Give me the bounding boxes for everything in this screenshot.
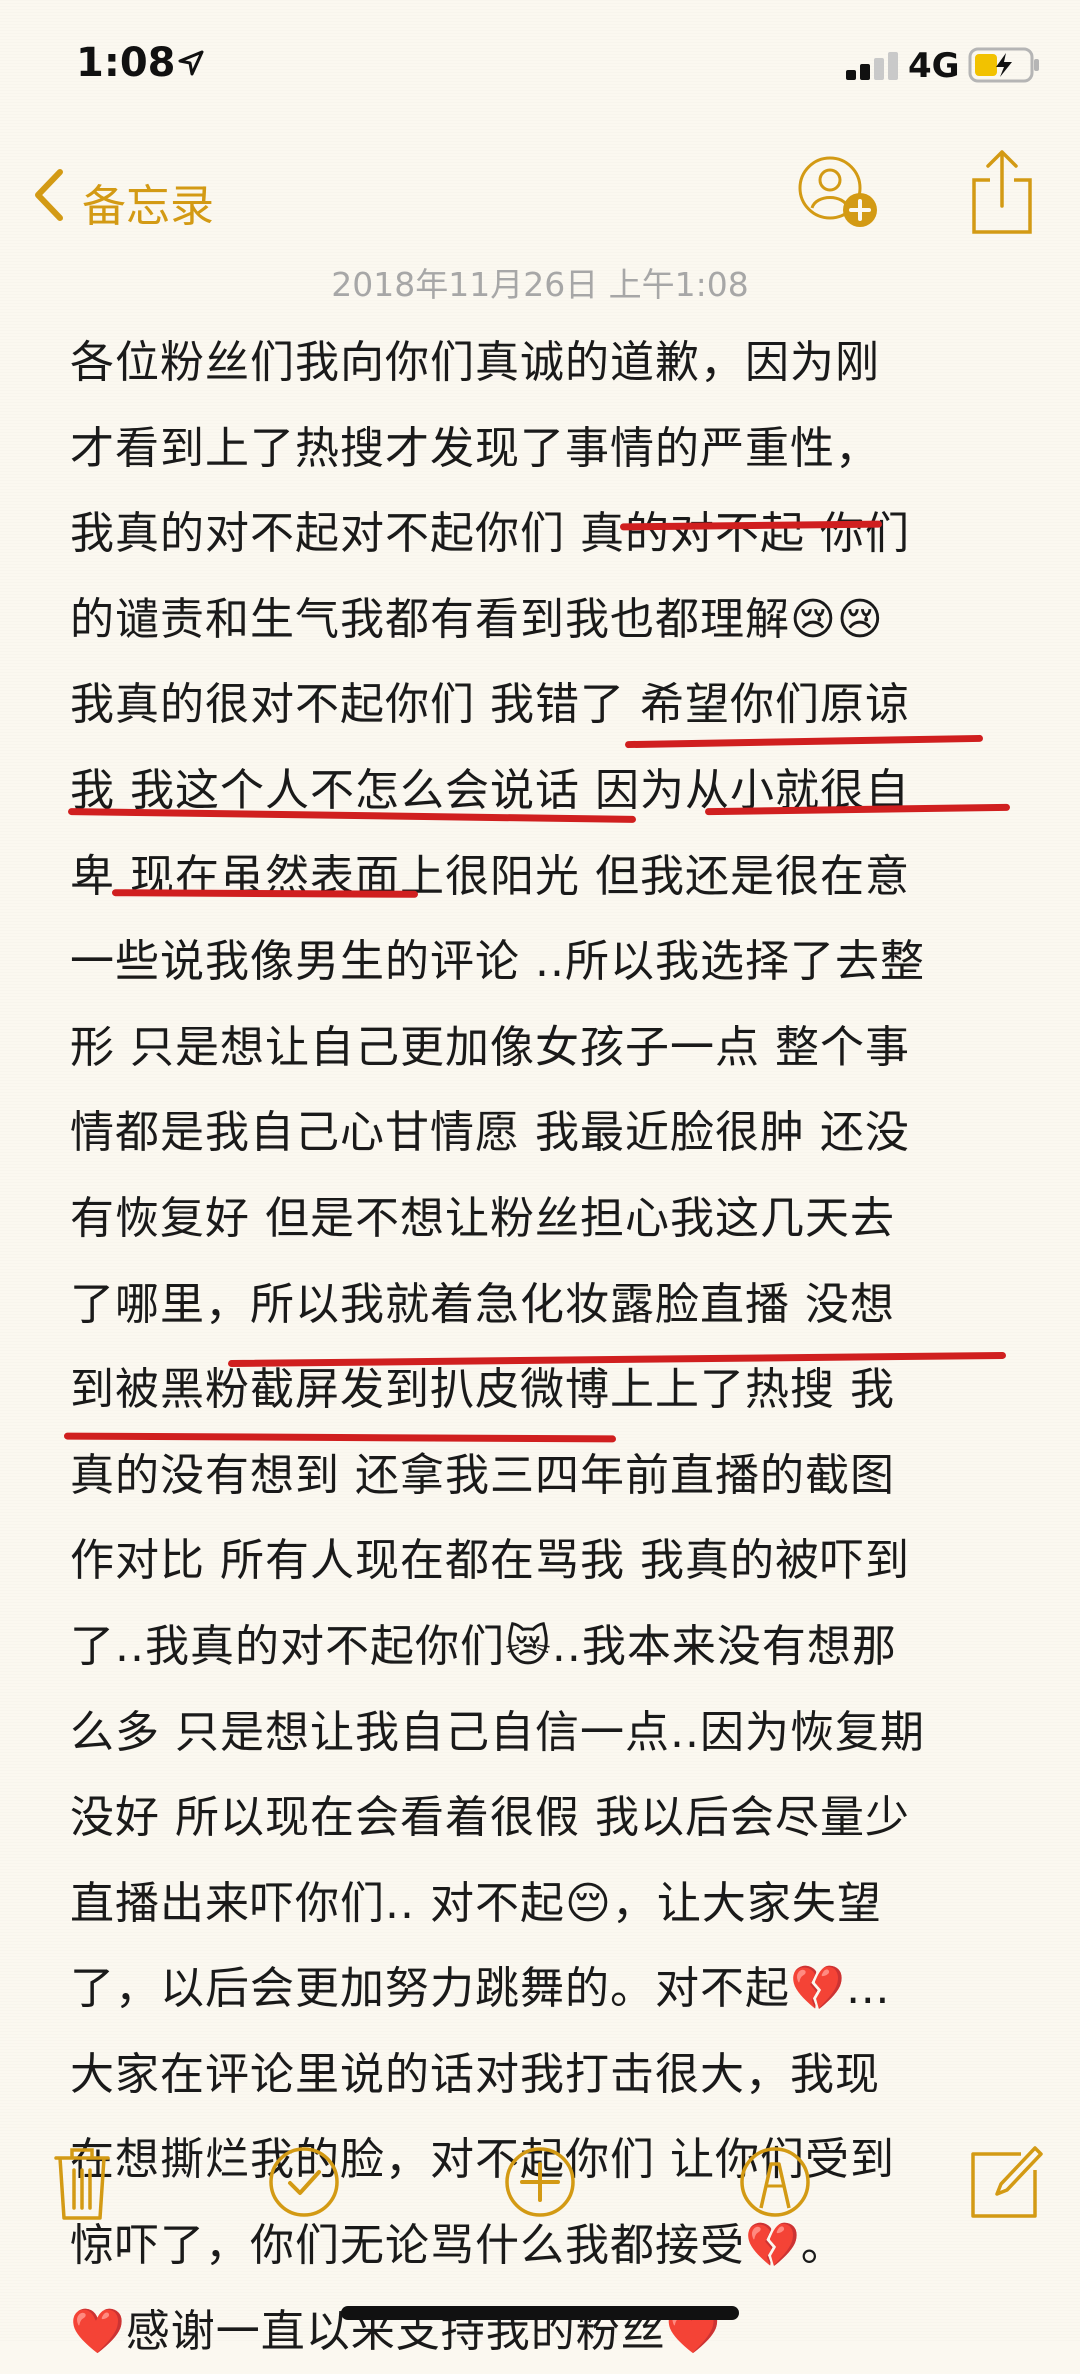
chevron-left-icon <box>35 169 63 221</box>
trash-icon[interactable] <box>42 2142 122 2222</box>
note-line: 么多 只是想让我自己自信一点..因为恢复期 <box>70 1706 925 1758</box>
home-indicator[interactable] <box>341 2306 739 2320</box>
network-type: 4G <box>908 46 960 86</box>
battery-charging-icon <box>968 47 1039 83</box>
note-line: 一些说我像男生的评论 ..所以我选择了去整 <box>70 936 925 988</box>
note-line: ❤️感谢一直以来支持我的粉丝❤️ <box>70 2305 722 2357</box>
checklist-icon[interactable] <box>264 2142 344 2222</box>
note-line: 的谴责和生气我都有看到我也都理解😢😢 <box>70 593 884 645</box>
note-line: 我真的对不起对不起你们 真的对不起 你们 <box>70 508 910 560</box>
note-line: 没好 所以现在会看着很假 我以后会尽量少 <box>70 1792 910 1844</box>
note-line: 了..我真的对不起你们😿..我本来没有想那 <box>70 1620 897 1672</box>
back-label: 备忘录 <box>82 181 214 232</box>
note-line: 直播出来吓你们.. 对不起😔，让大家失望 <box>70 1877 882 1929</box>
bottom-toolbar <box>0 2130 1080 2240</box>
add-person-icon[interactable] <box>792 150 880 230</box>
compose-icon[interactable] <box>965 2142 1045 2222</box>
signal-icon <box>846 50 900 80</box>
note-date: 2018年11月26日 上午1:08 <box>331 265 749 304</box>
plus-circle-icon[interactable] <box>500 2142 580 2222</box>
note-line: 作对比 所有人现在都在骂我 我真的被吓到 <box>70 1535 910 1587</box>
markup-pen-icon[interactable] <box>735 2142 815 2222</box>
navigation-bar: 备忘录 <box>0 140 1080 250</box>
note-body[interactable]: 各位粉丝们我向你们真诚的道歉，因为刚 才看到上了热搜才发现了事情的严重性， 我真… <box>70 320 1030 2374</box>
note-line: 真的没有想到 还拿我三四年前直播的截图 <box>70 1449 895 1501</box>
note-line: 了哪里，所以我就着急化妆露脸直播 没想 <box>70 1278 895 1330</box>
status-bar: 1:08 4G <box>0 0 1080 120</box>
note-line: 我真的很对不起你们 我错了 希望你们原谅 <box>70 679 910 731</box>
back-button[interactable]: 备忘录 <box>30 150 250 232</box>
note-line: 才看到上了热搜才发现了事情的严重性， <box>70 422 880 474</box>
status-time: 1:08 <box>76 40 176 86</box>
note-line: 大家在评论里说的话对我打击很大，我现 <box>70 2048 880 2100</box>
note-line: 了，以后会更加努力跳舞的。对不起💔… <box>70 1963 891 2015</box>
note-line: 有恢复好 但是不想让粉丝担心我这几天去 <box>70 1192 895 1244</box>
note-line: 各位粉丝们我向你们真诚的道歉，因为刚 <box>70 337 880 388</box>
note-line: 卑 现在虽然表面上很阳光 但我还是很在意 <box>70 850 910 902</box>
note-line: 情都是我自己心甘情愿 我最近脸很肿 还没 <box>70 1107 910 1159</box>
share-icon[interactable] <box>966 146 1038 236</box>
note-line: 形 只是想让自己更加像女孩子一点 整个事 <box>70 1021 910 1073</box>
location-arrow-icon <box>178 50 204 76</box>
